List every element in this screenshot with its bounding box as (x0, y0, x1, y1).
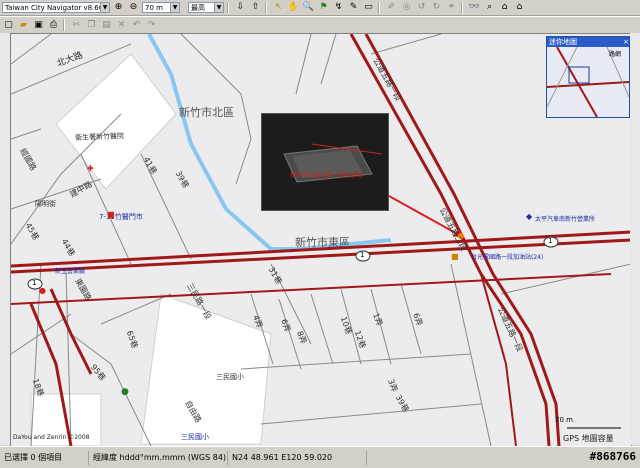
undo-route-icon[interactable]: ↺ (415, 1, 428, 14)
clinic-icon: ● (39, 286, 46, 295)
selection-status: 已選擇 0 個項目 (0, 450, 89, 465)
poi-hospital[interactable]: 衛生署新竹醫院 (75, 131, 124, 143)
hand-tool-icon[interactable]: ✋ (287, 1, 300, 14)
poi-seven11[interactable]: 7-11竹醫門市 (99, 212, 143, 222)
gas-station-icon: ■ (451, 252, 459, 261)
track-tool-icon[interactable]: ✎ (347, 1, 360, 14)
map-product-select[interactable]: Taiwan City Navigator v8.60 ▼ (2, 2, 110, 13)
save-icon[interactable]: ▣ (32, 19, 45, 32)
print-icon[interactable]: ⎙ (47, 19, 60, 32)
zoom-tool-icon[interactable]: 🔍 (302, 1, 315, 14)
open-folder-icon[interactable]: ▰ (17, 19, 30, 32)
poi-gas-station[interactable]: 台光電國路一段加油站(24) (471, 252, 543, 261)
vertical-scrollbar[interactable] (630, 33, 640, 445)
paste-icon[interactable]: ▤ (100, 19, 113, 32)
school-icon: ● (121, 387, 129, 397)
home-icon[interactable]: ⌂ (498, 1, 511, 14)
district-label-north: 新竹市北區 (179, 106, 234, 119)
separator (63, 19, 65, 31)
scale-label: 70 m (555, 416, 573, 424)
poi-clinic[interactable]: 新生營業廳 (55, 266, 85, 275)
mini-map-panel[interactable]: 迷你地圖 × 路網 (546, 36, 630, 118)
hospital-icon: ✚ (87, 164, 94, 173)
redo-icon[interactable]: ↷ (145, 19, 158, 32)
district-label-east: 新竹市東區 (295, 236, 350, 249)
binoculars-icon[interactable]: 👓 (468, 1, 481, 14)
edit-icon[interactable]: ✐ (385, 1, 398, 14)
separator (461, 1, 463, 14)
coordinates-status: N24 48.961 E120 59.020 (228, 450, 367, 465)
waypoint-tool-icon[interactable]: ⚑ (317, 1, 330, 14)
chevron-down-icon: ▼ (214, 3, 223, 12)
photo-caption: 新竹市公道五路一段排水溝 (290, 172, 363, 179)
copyright-label: DaYou and Zenrin ©2008 (13, 434, 90, 441)
find-icon[interactable]: ⌕ (483, 1, 496, 14)
poi-school[interactable]: 三民國小 (216, 372, 244, 382)
device-receive-button[interactable]: ⇩ (234, 1, 247, 14)
route-badge-label: 1 (548, 237, 553, 245)
separator (265, 1, 267, 14)
close-icon[interactable]: × (623, 37, 629, 47)
watermark: #868766 (589, 450, 636, 463)
mini-map-road-label: 路網 (609, 51, 622, 58)
chevron-down-icon: ▼ (170, 3, 179, 12)
left-scroll-strip[interactable] (0, 33, 10, 445)
redo-route-icon[interactable]: ↻ (430, 1, 443, 14)
undo-icon[interactable]: ↶ (130, 19, 143, 32)
route-badge-label: 1 (32, 279, 37, 287)
cut-icon[interactable]: ✂ (70, 19, 83, 32)
chevron-down-icon: ▼ (100, 3, 109, 12)
poi-car-dealer[interactable]: 太平汽車南新竹營業所 (535, 214, 595, 223)
main-toolbar: Taiwan City Navigator v8.60 ▼ ⊕ ⊖ 70 m ▼ 最… (0, 0, 640, 16)
file-toolbar: ▢ ▰ ▣ ⎙ ✂ ❐ ▤ ✕ ↶ ↷ (0, 16, 640, 34)
delete-icon[interactable]: ✕ (115, 19, 128, 32)
separator (227, 1, 229, 14)
separator (378, 1, 380, 14)
zoom-out-button[interactable]: ⊖ (127, 1, 140, 14)
copy-icon[interactable]: ❐ (85, 19, 98, 32)
store-icon: ■ (107, 210, 115, 219)
mini-map-titlebar: 迷你地圖 × (547, 37, 629, 47)
route-tool-icon[interactable]: ↯ (332, 1, 345, 14)
poi-school-2[interactable]: 三民國小 (181, 432, 209, 442)
car-icon: ◆ (526, 212, 533, 221)
status-bar: 已選擇 0 個項目 經緯度 hddd°mm.mmm (WGS 84) N24 4… (0, 446, 640, 468)
scale-select[interactable]: 70 m ▼ (142, 2, 180, 13)
new-file-icon[interactable]: ▢ (2, 19, 15, 32)
globe-icon[interactable]: ◎ (400, 1, 413, 14)
measure-tool-icon[interactable]: ▭ (362, 1, 375, 14)
coord-format-status: 經緯度 hddd°mm.mmm (WGS 84) (89, 450, 228, 465)
photo-overlay[interactable]: 新竹市公道五路一段排水溝 (261, 113, 389, 211)
route-badge-label: 1 (360, 251, 365, 259)
gps-capacity-label: GPS 地圖容量 (563, 434, 614, 443)
device-send-button[interactable]: ⇧ (249, 1, 262, 14)
home-waypoint-icon[interactable]: ⌂ (513, 1, 526, 14)
manhole-photo (262, 114, 388, 210)
zoom-in-button[interactable]: ⊕ (112, 1, 125, 14)
select-tool-icon[interactable]: ↖ (272, 1, 285, 14)
detail-select[interactable]: 最高 ▼ (188, 2, 224, 13)
shape-icon[interactable]: ⚭ (445, 1, 458, 14)
poi-label: 陽明街 (35, 200, 56, 208)
map-view[interactable]: 1 1 1 新竹市北區 新竹市東區 北大路 公道五路一段 公道五路二段 公道五路… (10, 33, 632, 447)
